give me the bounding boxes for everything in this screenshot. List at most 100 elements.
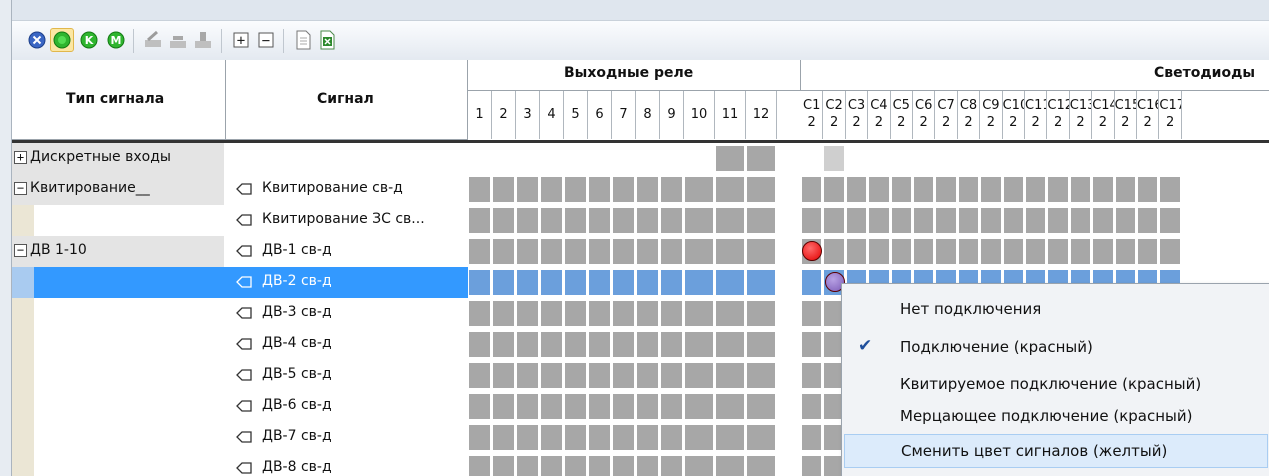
led-matrix-cell[interactable] bbox=[1048, 208, 1068, 233]
relay-matrix-cell[interactable] bbox=[637, 456, 658, 476]
excel-export-icon[interactable] bbox=[316, 29, 338, 51]
signal-cell[interactable]: Квитирование ЗС св... bbox=[226, 205, 468, 236]
relay-matrix-cell[interactable] bbox=[747, 456, 775, 476]
relay-matrix-cell[interactable] bbox=[469, 301, 490, 326]
led-matrix-cell[interactable] bbox=[1160, 177, 1180, 202]
led-matrix-cell[interactable] bbox=[891, 208, 911, 233]
signal-type-cell[interactable] bbox=[12, 267, 226, 298]
led-matrix-cell[interactable] bbox=[1048, 239, 1068, 264]
relay-matrix-cell[interactable] bbox=[716, 146, 744, 171]
relay-matrix-cell[interactable] bbox=[517, 425, 538, 450]
signal-cell[interactable]: ДВ-4 св-д bbox=[226, 329, 468, 360]
relay-matrix-cell[interactable] bbox=[565, 363, 586, 388]
relay-disabled-icon[interactable] bbox=[192, 29, 214, 51]
relay-matrix-cell[interactable] bbox=[469, 177, 490, 202]
relay-matrix-cell[interactable] bbox=[637, 394, 658, 419]
relay-matrix-cell[interactable] bbox=[613, 425, 634, 450]
signal-row[interactable]: + Дискретные входы bbox=[12, 143, 1269, 174]
relay-matrix-cell[interactable] bbox=[637, 177, 658, 202]
led-matrix-cell[interactable] bbox=[936, 208, 956, 233]
signal-type-cell[interactable] bbox=[12, 298, 224, 329]
relay-matrix-cell[interactable] bbox=[747, 425, 775, 450]
document-icon[interactable] bbox=[292, 29, 314, 51]
relay-matrix-cell[interactable] bbox=[716, 301, 744, 326]
relay-matrix-cell[interactable] bbox=[565, 301, 586, 326]
green-k-icon[interactable]: K bbox=[78, 29, 100, 51]
led-matrix-cell[interactable] bbox=[846, 177, 867, 202]
relay-matrix-cell[interactable] bbox=[747, 363, 775, 388]
led-matrix-cell[interactable] bbox=[1160, 239, 1180, 264]
led-column-header[interactable]: C2 2 bbox=[823, 91, 846, 139]
led-matrix-cell[interactable] bbox=[1138, 239, 1158, 264]
relay-matrix-cell[interactable] bbox=[661, 301, 682, 326]
relay-matrix-cell[interactable] bbox=[613, 270, 634, 295]
relay-matrix-cell[interactable] bbox=[517, 177, 538, 202]
relay-matrix-cell[interactable] bbox=[469, 363, 490, 388]
led-matrix-cell[interactable] bbox=[1115, 208, 1135, 233]
relay-matrix-cell[interactable] bbox=[685, 177, 713, 202]
relay-matrix-cell[interactable] bbox=[685, 363, 713, 388]
relay-matrix-cell[interactable] bbox=[661, 456, 682, 476]
led-matrix-cell[interactable] bbox=[802, 208, 822, 233]
relay-matrix-cell[interactable] bbox=[613, 456, 634, 476]
relay-matrix-cell[interactable] bbox=[565, 239, 586, 264]
relay-column-header[interactable]: 9 bbox=[660, 91, 684, 139]
led-matrix-cell[interactable] bbox=[936, 239, 956, 264]
relay-matrix-cell[interactable] bbox=[637, 363, 658, 388]
led-column-header[interactable]: C172 bbox=[1159, 91, 1182, 139]
relay-matrix-cell[interactable] bbox=[685, 270, 713, 295]
relay-matrix-cell[interactable] bbox=[493, 394, 514, 419]
led-column-header[interactable]: C132 bbox=[1070, 91, 1093, 139]
signal-cell[interactable]: Квитирование св-д bbox=[226, 174, 468, 205]
signal-cell[interactable] bbox=[226, 143, 468, 174]
signal-row[interactable]: Квитирование ЗС св... bbox=[12, 205, 1269, 236]
relay-matrix-cell[interactable] bbox=[685, 239, 713, 264]
led-matrix-cell[interactable] bbox=[914, 208, 934, 233]
relay-matrix-cell[interactable] bbox=[565, 177, 586, 202]
relay-matrix-cell[interactable] bbox=[613, 177, 634, 202]
signal-type-cell[interactable]: + Дискретные входы bbox=[12, 143, 224, 174]
led-column-header[interactable]: C8 2 bbox=[958, 91, 981, 139]
relay-matrix-cell[interactable] bbox=[517, 332, 538, 357]
led-matrix-cell[interactable] bbox=[1070, 208, 1091, 233]
relay-matrix-cell[interactable] bbox=[469, 239, 490, 264]
relay-matrix-cell[interactable] bbox=[589, 301, 610, 326]
led-column-header[interactable]: C3 2 bbox=[846, 91, 869, 139]
led-column-header[interactable]: C122 bbox=[1047, 91, 1070, 139]
relay-column-header[interactable]: 3 bbox=[516, 91, 540, 139]
led-matrix-cell[interactable] bbox=[824, 177, 844, 202]
relay-matrix-cell[interactable] bbox=[541, 177, 562, 202]
led-matrix-cell[interactable] bbox=[1070, 177, 1091, 202]
relay-matrix-cell[interactable] bbox=[517, 456, 538, 476]
close-circle-icon[interactable] bbox=[26, 29, 48, 51]
relay-matrix-cell[interactable] bbox=[747, 394, 775, 419]
green-record-icon[interactable] bbox=[50, 28, 74, 52]
relay-matrix-cell[interactable] bbox=[661, 363, 682, 388]
relay-column-header[interactable]: 10 bbox=[684, 91, 715, 139]
relay-matrix-cell[interactable] bbox=[565, 270, 586, 295]
led-matrix-cell[interactable] bbox=[891, 239, 911, 264]
led-matrix-cell[interactable] bbox=[958, 239, 979, 264]
relay-matrix-cell[interactable] bbox=[716, 177, 744, 202]
relay-matrix-cell[interactable] bbox=[716, 208, 744, 233]
relay-matrix-cell[interactable] bbox=[747, 301, 775, 326]
led-matrix-cell[interactable] bbox=[802, 456, 822, 476]
signal-cell[interactable]: ДВ-5 св-д bbox=[226, 360, 468, 391]
signal-row[interactable]: − ДВ 1-10 ДВ-1 св-д bbox=[12, 236, 1269, 267]
relay-matrix-cell[interactable] bbox=[541, 332, 562, 357]
relay-matrix-cell[interactable] bbox=[541, 425, 562, 450]
relay-matrix-cell[interactable] bbox=[716, 270, 744, 295]
relay-matrix-cell[interactable] bbox=[685, 456, 713, 476]
relay-matrix-cell[interactable] bbox=[716, 425, 744, 450]
relay-matrix-cell[interactable] bbox=[517, 208, 538, 233]
relay-matrix-cell[interactable] bbox=[565, 394, 586, 419]
menu-item-change-signal-color-yellow[interactable]: Сменить цвет сигналов (желтый) bbox=[844, 434, 1268, 468]
signal-type-cell[interactable]: − Квитирование__ bbox=[12, 174, 224, 205]
relay-matrix-cell[interactable] bbox=[661, 239, 682, 264]
led-matrix-cell[interactable] bbox=[958, 208, 979, 233]
led-matrix-cell[interactable] bbox=[914, 239, 934, 264]
relay-matrix-cell[interactable] bbox=[517, 363, 538, 388]
led-matrix-cell[interactable] bbox=[1003, 208, 1023, 233]
relay-matrix-cell[interactable] bbox=[685, 301, 713, 326]
signal-row[interactable]: − Квитирование__ Квитирование св-д bbox=[12, 174, 1269, 205]
